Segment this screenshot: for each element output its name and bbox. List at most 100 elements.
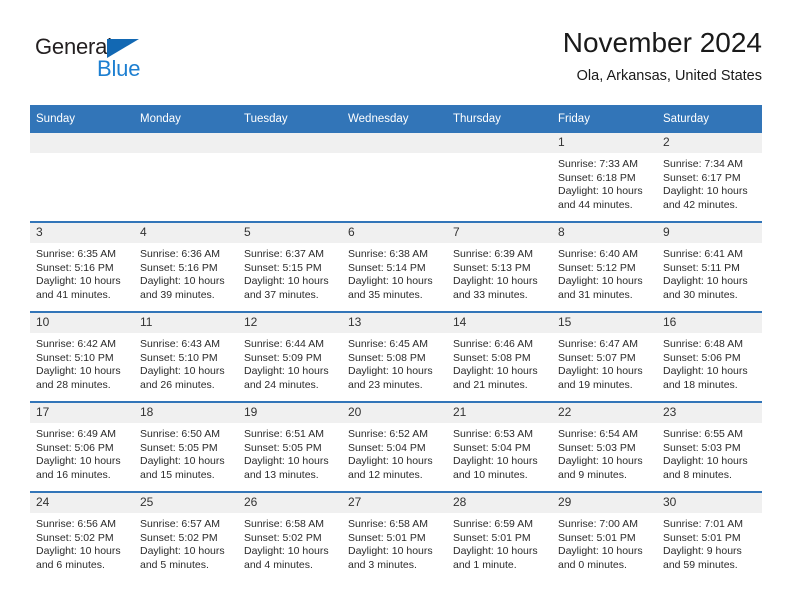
calendar-cell: [134, 133, 238, 222]
sunrise-text: Sunrise: 6:53 AM: [453, 428, 533, 440]
calendar-cell[interactable]: 8 Sunrise: 6:40 AM Sunset: 5:12 PM Daylight…: [552, 221, 657, 312]
sunset-text: Sunset: 5:05 PM: [244, 441, 322, 454]
calendar-cell[interactable]: 9 Sunrise: 6:41 AM Sunset: 5:11 PM Daylight…: [657, 221, 762, 312]
calendar-cell[interactable]: 17 Sunrise: 6:49 AM Sunset: 5:06 PM Dayligh…: [30, 401, 134, 492]
weekday-header-tuesday: Tuesday: [238, 105, 342, 133]
calendar-cell: [447, 133, 552, 222]
calendar-cell[interactable]: 25 Sunrise: 6:57 AM Sunset: 5:02 PM Dayligh…: [134, 491, 238, 581]
day-cell: 4 Sunrise: 6:36 AM Sunset: 5:16 PM Daylight…: [134, 223, 238, 311]
daylight-text: Daylight: 10 hours and 16 minutes.: [36, 455, 121, 481]
sunrise-text: Sunrise: 7:34 AM: [663, 158, 743, 170]
calendar-cell[interactable]: 6 Sunrise: 6:38 AM Sunset: 5:14 PM Daylight…: [342, 221, 447, 312]
day-cell: 13 Sunrise: 6:45 AM Sunset: 5:08 PM Dayligh…: [342, 313, 447, 401]
day-details: Sunrise: 6:39 AM Sunset: 5:13 PM Daylight:…: [447, 243, 552, 302]
calendar-cell[interactable]: 4 Sunrise: 6:36 AM Sunset: 5:16 PM Daylight…: [134, 221, 238, 312]
daylight-text: Daylight: 10 hours and 33 minutes.: [453, 275, 538, 301]
sunset-text: Sunset: 5:16 PM: [36, 261, 114, 274]
general-blue-logo[interactable]: General Blue: [35, 34, 205, 92]
calendar-cell[interactable]: 7 Sunrise: 6:39 AM Sunset: 5:13 PM Daylight…: [447, 221, 552, 312]
sunset-text: Sunset: 6:17 PM: [663, 171, 741, 184]
calendar-cell: [238, 133, 342, 222]
sunrise-text: Sunrise: 6:47 AM: [558, 338, 638, 350]
sunrise-text: Sunrise: 7:00 AM: [558, 518, 638, 530]
day-cell: 5 Sunrise: 6:37 AM Sunset: 5:15 PM Daylight…: [238, 223, 342, 311]
day-number: 1: [552, 133, 657, 153]
daylight-text: Daylight: 10 hours and 18 minutes.: [663, 365, 748, 391]
sunset-text: Sunset: 5:01 PM: [663, 531, 741, 544]
day-number: 25: [134, 493, 238, 513]
calendar-cell[interactable]: 23 Sunrise: 6:55 AM Sunset: 5:03 PM Dayligh…: [657, 401, 762, 492]
calendar-cell[interactable]: 12 Sunrise: 6:44 AM Sunset: 5:09 PM Dayligh…: [238, 311, 342, 402]
sunrise-text: Sunrise: 6:35 AM: [36, 248, 116, 260]
calendar-week-row: 24 Sunrise: 6:56 AM Sunset: 5:02 PM Dayligh…: [30, 491, 762, 581]
day-details: Sunrise: 6:55 AM Sunset: 5:03 PM Daylight:…: [657, 423, 762, 482]
daylight-text: Daylight: 10 hours and 28 minutes.: [36, 365, 121, 391]
day-cell: 10 Sunrise: 6:42 AM Sunset: 5:10 PM Dayligh…: [30, 313, 134, 401]
calendar-cell[interactable]: 21 Sunrise: 6:53 AM Sunset: 5:04 PM Dayligh…: [447, 401, 552, 492]
day-cell: [30, 133, 134, 221]
daylight-text: Daylight: 10 hours and 44 minutes.: [558, 185, 643, 211]
day-details: Sunrise: 6:56 AM Sunset: 5:02 PM Daylight:…: [30, 513, 134, 572]
day-details: Sunrise: 6:47 AM Sunset: 5:07 PM Daylight:…: [552, 333, 657, 392]
calendar-cell[interactable]: 10 Sunrise: 6:42 AM Sunset: 5:10 PM Dayligh…: [30, 311, 134, 402]
daylight-text: Daylight: 10 hours and 21 minutes.: [453, 365, 538, 391]
calendar-cell[interactable]: 27 Sunrise: 6:58 AM Sunset: 5:01 PM Dayligh…: [342, 491, 447, 581]
calendar-cell[interactable]: 29 Sunrise: 7:00 AM Sunset: 5:01 PM Dayligh…: [552, 491, 657, 581]
day-number: [134, 133, 238, 153]
day-number: 5: [238, 223, 342, 243]
calendar-cell[interactable]: 24 Sunrise: 6:56 AM Sunset: 5:02 PM Dayligh…: [30, 491, 134, 581]
daylight-text: Daylight: 10 hours and 12 minutes.: [348, 455, 433, 481]
day-cell: 8 Sunrise: 6:40 AM Sunset: 5:12 PM Daylight…: [552, 223, 657, 311]
sunrise-text: Sunrise: 6:50 AM: [140, 428, 220, 440]
day-number: 19: [238, 403, 342, 423]
sunset-text: Sunset: 5:02 PM: [36, 531, 114, 544]
calendar-cell[interactable]: 5 Sunrise: 6:37 AM Sunset: 5:15 PM Daylight…: [238, 221, 342, 312]
calendar-cell[interactable]: 22 Sunrise: 6:54 AM Sunset: 5:03 PM Dayligh…: [552, 401, 657, 492]
calendar-cell[interactable]: 18 Sunrise: 6:50 AM Sunset: 5:05 PM Dayligh…: [134, 401, 238, 492]
sunset-text: Sunset: 5:04 PM: [453, 441, 531, 454]
calendar-cell[interactable]: 3 Sunrise: 6:35 AM Sunset: 5:16 PM Daylight…: [30, 221, 134, 312]
sunset-text: Sunset: 5:04 PM: [348, 441, 426, 454]
daylight-text: Daylight: 10 hours and 13 minutes.: [244, 455, 329, 481]
sunrise-text: Sunrise: 7:33 AM: [558, 158, 638, 170]
day-cell: 23 Sunrise: 6:55 AM Sunset: 5:03 PM Dayligh…: [657, 403, 762, 491]
sunrise-text: Sunrise: 6:43 AM: [140, 338, 220, 350]
calendar-cell[interactable]: 13 Sunrise: 6:45 AM Sunset: 5:08 PM Dayligh…: [342, 311, 447, 402]
calendar-cell[interactable]: 19 Sunrise: 6:51 AM Sunset: 5:05 PM Dayligh…: [238, 401, 342, 492]
day-number: 29: [552, 493, 657, 513]
day-number: 9: [657, 223, 762, 243]
day-cell: 21 Sunrise: 6:53 AM Sunset: 5:04 PM Dayligh…: [447, 403, 552, 491]
calendar-week-row: 1 Sunrise: 7:33 AM Sunset: 6:18 PM Daylight…: [30, 133, 762, 222]
daylight-text: Daylight: 10 hours and 26 minutes.: [140, 365, 225, 391]
day-details: Sunrise: 6:48 AM Sunset: 5:06 PM Daylight:…: [657, 333, 762, 392]
day-cell: [342, 133, 447, 221]
calendar-cell[interactable]: 16 Sunrise: 6:48 AM Sunset: 5:06 PM Dayligh…: [657, 311, 762, 402]
daylight-text: Daylight: 10 hours and 39 minutes.: [140, 275, 225, 301]
sunset-text: Sunset: 5:13 PM: [453, 261, 531, 274]
sunrise-text: Sunrise: 6:44 AM: [244, 338, 324, 350]
calendar-cell[interactable]: 28 Sunrise: 6:59 AM Sunset: 5:01 PM Dayligh…: [447, 491, 552, 581]
sunrise-text: Sunrise: 6:49 AM: [36, 428, 116, 440]
daylight-text: Daylight: 10 hours and 23 minutes.: [348, 365, 433, 391]
calendar-cell[interactable]: 2 Sunrise: 7:34 AM Sunset: 6:17 PM Daylight…: [657, 133, 762, 222]
calendar-cell[interactable]: 26 Sunrise: 6:58 AM Sunset: 5:02 PM Dayligh…: [238, 491, 342, 581]
sunset-text: Sunset: 5:16 PM: [140, 261, 218, 274]
daylight-text: Daylight: 10 hours and 0 minutes.: [558, 545, 643, 571]
calendar-cell[interactable]: 1 Sunrise: 7:33 AM Sunset: 6:18 PM Daylight…: [552, 133, 657, 222]
page-title: November 2024: [562, 27, 762, 58]
daylight-text: Daylight: 10 hours and 41 minutes.: [36, 275, 121, 301]
day-cell: 3 Sunrise: 6:35 AM Sunset: 5:16 PM Daylight…: [30, 223, 134, 311]
day-cell: 27 Sunrise: 6:58 AM Sunset: 5:01 PM Dayligh…: [342, 493, 447, 581]
calendar-cell[interactable]: 14 Sunrise: 6:46 AM Sunset: 5:08 PM Dayligh…: [447, 311, 552, 402]
calendar-cell[interactable]: 11 Sunrise: 6:43 AM Sunset: 5:10 PM Dayligh…: [134, 311, 238, 402]
weekday-header-sunday: Sunday: [30, 105, 134, 133]
daylight-text: Daylight: 10 hours and 10 minutes.: [453, 455, 538, 481]
sunrise-text: Sunrise: 6:41 AM: [663, 248, 743, 260]
sunset-text: Sunset: 5:03 PM: [558, 441, 636, 454]
calendar-cell[interactable]: 20 Sunrise: 6:52 AM Sunset: 5:04 PM Dayligh…: [342, 401, 447, 492]
day-number: 4: [134, 223, 238, 243]
calendar-body: 1 Sunrise: 7:33 AM Sunset: 6:18 PM Daylight…: [30, 133, 762, 581]
calendar-page: General Blue November 2024 Ola, Arkansas…: [0, 0, 792, 612]
calendar-cell[interactable]: 30 Sunrise: 7:01 AM Sunset: 5:01 PM Dayligh…: [657, 491, 762, 581]
calendar-cell[interactable]: 15 Sunrise: 6:47 AM Sunset: 5:07 PM Dayligh…: [552, 311, 657, 402]
